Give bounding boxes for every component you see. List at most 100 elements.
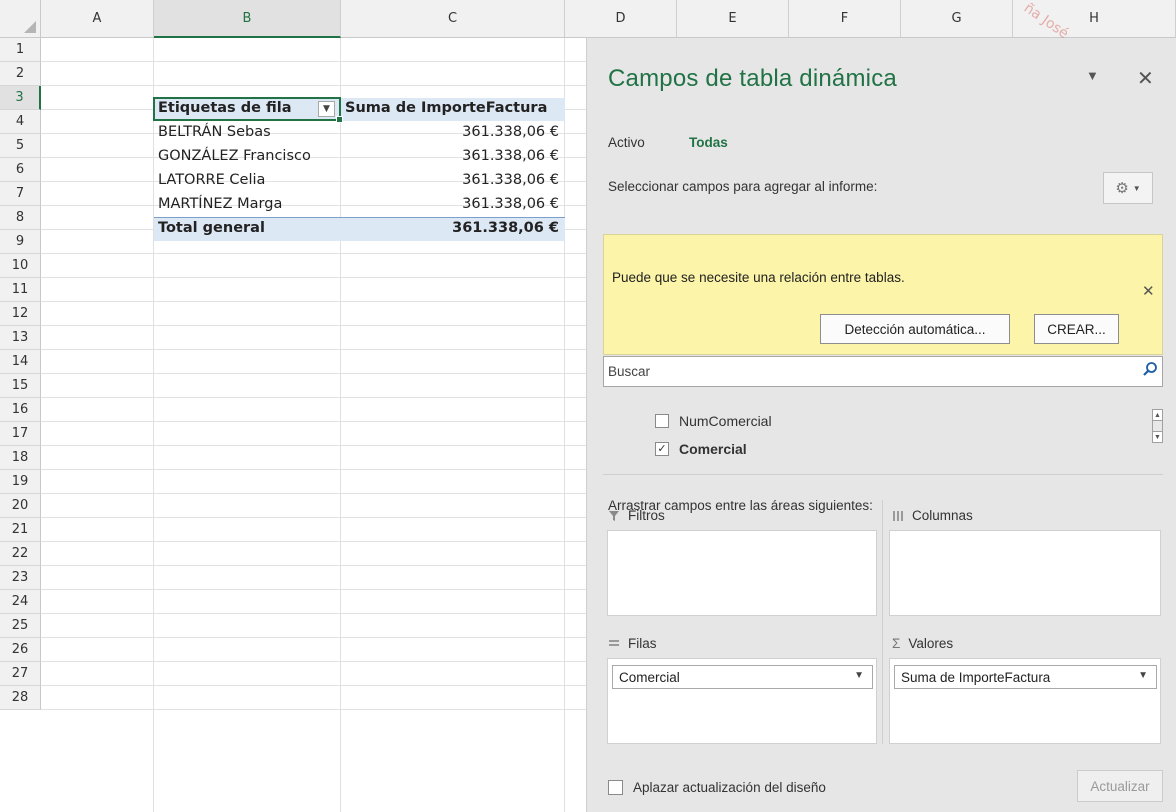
column-header-e[interactable]: E	[677, 0, 789, 38]
row-header-27[interactable]: 27	[0, 662, 41, 686]
row-header-25[interactable]: 25	[0, 614, 41, 638]
pane-options-chevron-icon[interactable]: ▼	[1086, 68, 1099, 83]
column-header-c[interactable]: C	[341, 0, 565, 38]
pivot-total-label[interactable]: Total general	[154, 217, 341, 241]
row-header-28[interactable]: 28	[0, 686, 41, 710]
rows-area-label: Filas	[608, 636, 657, 651]
field-item-comercial[interactable]: ✓ Comercial	[655, 439, 747, 459]
pivot-row-label[interactable]: MARTÍNEZ Marga	[154, 194, 341, 217]
pivot-fields-pane: Campos de tabla dinámica ▼ ✕ Activo Toda…	[586, 38, 1176, 812]
row-header-21[interactable]: 21	[0, 518, 41, 542]
search-icon[interactable]	[1142, 361, 1158, 382]
defer-checkbox[interactable]	[608, 780, 623, 795]
pivot-row-label[interactable]: BELTRÁN Sebas	[154, 122, 341, 145]
tab-todas[interactable]: Todas	[689, 135, 728, 150]
pivot-total-value[interactable]: 361.338,06 €	[341, 217, 565, 241]
sigma-icon: Σ	[892, 636, 901, 651]
row-header-26[interactable]: 26	[0, 638, 41, 662]
column-header-d[interactable]: D	[565, 0, 677, 38]
pivot-row-value[interactable]: 361.338,06 €	[341, 170, 565, 193]
pivot-header-values[interactable]: Suma de ImporteFactura	[341, 98, 565, 121]
field-label: Comercial	[679, 441, 747, 457]
filters-area-label: Filtros	[608, 508, 665, 523]
field-item-numcomercial[interactable]: NumComercial	[655, 411, 772, 431]
pivot-row-value[interactable]: 361.338,06 €	[341, 146, 565, 169]
filters-drop-area[interactable]	[607, 530, 877, 616]
notice-close-icon[interactable]: ✕	[1142, 282, 1155, 300]
close-icon[interactable]: ✕	[1137, 66, 1154, 91]
row-header-4[interactable]: 4	[0, 110, 41, 134]
search-placeholder: Buscar	[608, 364, 651, 379]
rows-drop-area[interactable]: Comercial ▼	[607, 658, 877, 744]
scroll-up-icon[interactable]: ▲	[1152, 409, 1163, 421]
field-list-scrollbar[interactable]: ▲ ▼	[1152, 409, 1163, 443]
row-header-14[interactable]: 14	[0, 350, 41, 374]
row-header-9[interactable]: 9	[0, 230, 41, 254]
select-all-corner[interactable]	[0, 0, 41, 38]
values-field-label: Suma de ImporteFactura	[901, 669, 1051, 685]
row-header-8[interactable]: 8	[0, 206, 41, 230]
update-button[interactable]: Actualizar	[1077, 770, 1163, 802]
column-header-f[interactable]: F	[789, 0, 901, 38]
row-header-12[interactable]: 12	[0, 302, 41, 326]
filter-icon	[609, 510, 619, 521]
row-header-13[interactable]: 13	[0, 326, 41, 350]
rows-label: Filas	[628, 636, 657, 651]
tools-button[interactable]: ⚙ ▼	[1103, 172, 1153, 204]
filter-dropdown-icon[interactable]: ▼	[318, 101, 335, 117]
pivot-row-label[interactable]: GONZÁLEZ Francisco	[154, 146, 341, 169]
columns-drop-area[interactable]	[889, 530, 1161, 616]
tab-activo[interactable]: Activo	[608, 135, 645, 150]
defer-update-option[interactable]: Aplazar actualización del diseño	[608, 780, 826, 795]
row-header-24[interactable]: 24	[0, 590, 41, 614]
row-header-22[interactable]: 22	[0, 542, 41, 566]
values-drop-area[interactable]: Suma de ImporteFactura ▼	[889, 658, 1161, 744]
row-header-19[interactable]: 19	[0, 470, 41, 494]
field-label: NumComercial	[679, 413, 772, 429]
values-label: Valores	[908, 636, 954, 651]
row-header-11[interactable]: 11	[0, 278, 41, 302]
create-button[interactable]: CREAR...	[1034, 314, 1119, 344]
divider	[603, 474, 1163, 475]
columns-label: Columnas	[912, 508, 973, 523]
row-header-3[interactable]: 3	[0, 86, 41, 110]
checkbox[interactable]	[655, 414, 669, 428]
pivot-row-value[interactable]: 361.338,06 €	[341, 194, 565, 217]
relationship-notice: Puede que se necesite una relación entre…	[603, 234, 1163, 355]
pivot-header-row-labels[interactable]: Etiquetas de fila	[154, 98, 341, 121]
row-header-1[interactable]: 1	[0, 38, 41, 62]
filters-label: Filtros	[628, 508, 665, 523]
pivot-row-label[interactable]: LATORRE Celia	[154, 170, 341, 193]
row-header-16[interactable]: 16	[0, 398, 41, 422]
row-header-5[interactable]: 5	[0, 134, 41, 158]
row-header-18[interactable]: 18	[0, 446, 41, 470]
column-header-b[interactable]: B	[154, 0, 341, 38]
row-header-6[interactable]: 6	[0, 158, 41, 182]
values-area-label: Σ Valores	[892, 636, 953, 651]
row-header-17[interactable]: 17	[0, 422, 41, 446]
chevron-down-icon[interactable]: ▼	[1138, 670, 1148, 681]
row-header-7[interactable]: 7	[0, 182, 41, 206]
columns-area-label: Columnas	[892, 508, 973, 523]
column-header-a[interactable]: A	[41, 0, 154, 38]
values-field-importe[interactable]: Suma de ImporteFactura ▼	[894, 665, 1157, 689]
auto-detect-button[interactable]: Detección automática...	[820, 314, 1010, 344]
scroll-down-icon[interactable]: ▼	[1152, 431, 1163, 443]
checkbox-checked[interactable]: ✓	[655, 442, 669, 456]
column-header-g[interactable]: G	[901, 0, 1013, 38]
column-header-h[interactable]: H	[1013, 0, 1176, 38]
row-header-20[interactable]: 20	[0, 494, 41, 518]
row-header-23[interactable]: 23	[0, 566, 41, 590]
gear-icon: ⚙	[1115, 180, 1129, 197]
rows-field-comercial[interactable]: Comercial ▼	[612, 665, 873, 689]
row-header-2[interactable]: 2	[0, 62, 41, 86]
row-header-10[interactable]: 10	[0, 254, 41, 278]
row-header-15[interactable]: 15	[0, 374, 41, 398]
pivot-row-value[interactable]: 361.338,06 €	[341, 122, 565, 145]
scroll-thumb[interactable]	[1152, 421, 1163, 431]
search-input[interactable]: Buscar	[603, 356, 1163, 387]
notice-text: Puede que se necesite una relación entre…	[612, 270, 905, 285]
chevron-down-icon[interactable]: ▼	[854, 670, 864, 681]
defer-label: Aplazar actualización del diseño	[633, 780, 826, 795]
areas-separator	[882, 500, 883, 744]
